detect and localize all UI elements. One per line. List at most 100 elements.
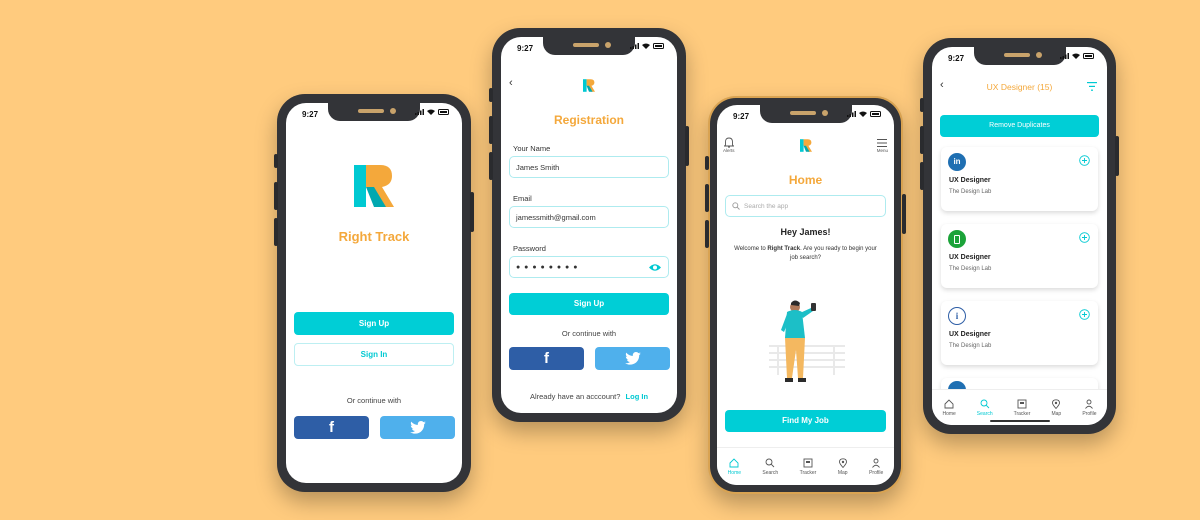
filter-icon[interactable] — [1087, 82, 1097, 91]
facebook-button[interactable]: f — [294, 416, 369, 439]
twitter-button[interactable] — [595, 347, 670, 370]
remove-duplicates-button[interactable]: Remove Duplicates — [940, 115, 1099, 137]
twitter-icon — [409, 421, 426, 434]
alerts-label: Alerts — [723, 148, 735, 153]
job-card[interactable]: i UX Designer The Design Lab — [941, 301, 1098, 365]
notch — [328, 103, 420, 121]
nav-label: Map — [1051, 410, 1062, 417]
sign-up-button[interactable]: Sign Up — [509, 293, 669, 315]
job-search-illustration — [769, 300, 845, 382]
nav-tracker[interactable]: Tracker — [1014, 399, 1030, 417]
side-button — [489, 152, 493, 180]
nav-home[interactable]: Home — [727, 457, 742, 476]
job-company: The Design Lab — [949, 266, 992, 272]
facebook-button[interactable]: f — [509, 347, 584, 370]
eye-icon[interactable] — [649, 263, 661, 272]
side-button — [705, 220, 709, 248]
login-prompt: Already have an acccount? Log In — [501, 392, 677, 401]
search-placeholder: Search the app — [744, 202, 789, 210]
job-card[interactable]: UX Designer The Design Lab — [941, 224, 1098, 288]
profile-icon — [1085, 399, 1094, 409]
status-time: 9:27 — [517, 44, 534, 53]
job-title: UX Designer — [949, 254, 991, 261]
map-pin-icon — [1052, 398, 1061, 409]
nav-search[interactable]: Search — [977, 399, 993, 417]
password-value: ● ● ● ● ● ● ● ● — [516, 263, 579, 271]
battery-icon — [653, 43, 664, 49]
nav-map[interactable]: Map — [1051, 398, 1062, 417]
battery-icon — [438, 109, 449, 115]
side-button — [489, 116, 493, 144]
nav-label: Home — [942, 410, 956, 417]
name-field[interactable]: James Smith — [509, 156, 669, 178]
welcome-text: Welcome to Right Track. Are you ready to… — [731, 245, 880, 263]
nav-label: Search — [762, 469, 779, 476]
welcome-prefix: Welcome to — [734, 246, 768, 252]
twitter-button[interactable] — [380, 416, 455, 439]
side-button — [902, 194, 906, 234]
facebook-icon: f — [329, 419, 334, 436]
password-field[interactable]: ● ● ● ● ● ● ● ● — [509, 256, 669, 278]
right-track-logo — [583, 79, 595, 92]
menu-button[interactable]: Menu — [877, 139, 888, 153]
right-track-logo — [800, 139, 812, 152]
search-icon — [765, 458, 775, 467]
side-button — [685, 126, 689, 166]
sign-in-button[interactable]: Sign In — [294, 343, 454, 366]
job-title: UX Designer — [949, 331, 991, 338]
splash-screen: 9:27 Right Track Sign Up Sign In Or cont… — [286, 103, 462, 483]
menu-label: Menu — [876, 148, 888, 153]
home-screen: 9:27 Alerts Menu Home Search the app Hey… — [717, 105, 894, 485]
facebook-icon: f — [544, 350, 549, 367]
search-input[interactable]: Search the app — [725, 195, 886, 217]
nav-profile[interactable]: Profile — [869, 458, 883, 476]
have-account-text: Already have an acccount? — [529, 392, 621, 401]
wifi-icon — [859, 111, 867, 117]
nav-search[interactable]: Search — [762, 458, 778, 476]
status-icons — [847, 111, 882, 117]
wifi-icon — [427, 109, 435, 115]
log-in-link[interactable]: Log In — [626, 392, 649, 401]
nav-home[interactable]: Home — [942, 398, 956, 417]
welcome-brand: Right Track — [767, 246, 801, 252]
nav-label: Profile — [869, 469, 884, 476]
side-button — [274, 154, 278, 168]
continue-with-label: Or continue with — [346, 396, 402, 405]
bottom-nav: Home Search Tracker Map Profile — [717, 447, 894, 485]
nav-tracker[interactable]: Tracker — [799, 458, 817, 476]
email-field[interactable]: jamessmith@gmail.com — [509, 206, 669, 228]
name-label: Your Name — [513, 144, 551, 153]
add-icon[interactable] — [1079, 309, 1090, 320]
nav-label: Home — [727, 469, 742, 476]
side-button — [470, 192, 474, 232]
signal-icon — [630, 43, 639, 49]
wifi-icon — [642, 43, 650, 49]
status-icons — [1060, 53, 1095, 59]
email-label: Email — [513, 194, 532, 203]
page-title: Home — [788, 173, 823, 187]
back-chevron-icon[interactable]: ‹ — [509, 77, 513, 89]
home-icon — [729, 457, 739, 467]
results-title: UX Designer (15) — [986, 82, 1053, 92]
nav-profile[interactable]: Profile — [1082, 399, 1097, 417]
alerts-button[interactable]: Alerts — [723, 137, 735, 153]
job-card[interactable]: in UX Designer The Design Lab — [941, 147, 1098, 211]
side-button — [920, 162, 924, 190]
nav-label: Tracker — [799, 469, 817, 476]
side-button — [1115, 136, 1119, 176]
nav-map[interactable]: Map — [838, 457, 848, 476]
continue-with-label: Or continue with — [561, 329, 617, 338]
job-title: UX Designer — [949, 177, 991, 184]
right-track-logo — [354, 165, 394, 207]
search-icon — [980, 399, 990, 408]
nav-label: Search — [976, 410, 993, 417]
page-title: Registration — [553, 113, 624, 127]
twitter-icon — [624, 352, 641, 365]
tracker-icon — [803, 458, 813, 467]
find-my-job-button[interactable]: Find My Job — [725, 410, 886, 432]
sign-up-button[interactable]: Sign Up — [294, 312, 454, 335]
map-pin-icon — [838, 457, 847, 468]
add-icon[interactable] — [1079, 155, 1090, 166]
add-icon[interactable] — [1079, 232, 1090, 243]
side-button — [920, 126, 924, 154]
